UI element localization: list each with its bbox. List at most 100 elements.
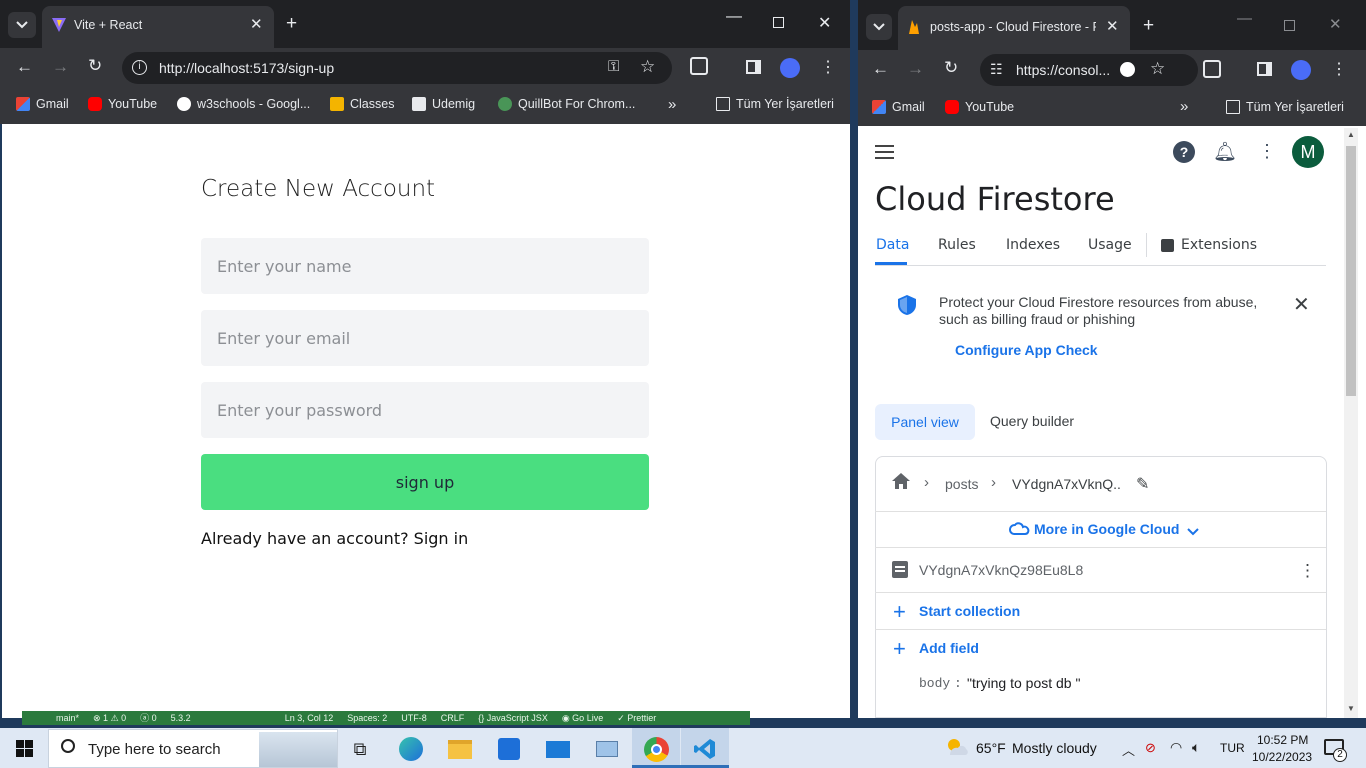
home-icon[interactable] bbox=[891, 472, 911, 493]
desktop-app-icon[interactable] bbox=[594, 736, 620, 762]
tab-firestore[interactable]: posts-app - Cloud Firestore - F ✕ bbox=[898, 6, 1130, 50]
status-eol[interactable]: CRLF bbox=[441, 711, 465, 725]
tab-close-icon[interactable]: ✕ bbox=[250, 15, 263, 33]
volume-icon[interactable]: 🔈︎ bbox=[1192, 739, 1200, 756]
edge-icon[interactable] bbox=[398, 736, 424, 762]
password-key-icon[interactable]: ⚿ bbox=[608, 58, 619, 75]
scroll-up-icon[interactable]: ▲ bbox=[1347, 130, 1355, 139]
address-bar[interactable]: i http://localhost:5173/sign-up ⚿ ☆ bbox=[122, 52, 672, 84]
hidden-icons-chevron-icon[interactable]: ︿ bbox=[1122, 740, 1135, 759]
status-version[interactable]: 5.3.2 bbox=[171, 711, 191, 725]
url-text[interactable]: http://localhost:5173/sign-up bbox=[159, 60, 334, 76]
tab-data[interactable]: Data bbox=[876, 237, 909, 253]
bookmark-gmail-right[interactable]: Gmail bbox=[872, 100, 925, 114]
tab-search-button-right[interactable] bbox=[866, 14, 892, 40]
add-field-icon[interactable]: + bbox=[893, 636, 906, 662]
extensions-icon[interactable] bbox=[690, 57, 708, 75]
mail-icon[interactable] bbox=[545, 736, 571, 762]
address-bar-right[interactable]: ☷ https://consol... ☆ bbox=[980, 54, 1198, 86]
profile-extension-icon-right[interactable] bbox=[1291, 60, 1311, 80]
bookmark-star-icon[interactable]: ☆ bbox=[640, 57, 655, 77]
new-tab-icon-right[interactable]: + bbox=[1143, 15, 1154, 37]
clock-date[interactable]: 10/22/2023 bbox=[1252, 750, 1312, 764]
tab-indexes[interactable]: Indexes bbox=[1006, 237, 1060, 253]
page-scrollbar[interactable]: ▲ ▼ bbox=[1344, 128, 1358, 718]
tab-close-icon-right[interactable]: ✕ bbox=[1106, 17, 1119, 35]
close-window-icon-right[interactable]: ✕ bbox=[1329, 15, 1342, 33]
bookmark-classes[interactable]: Classes bbox=[330, 97, 394, 111]
extensions-icon-right[interactable] bbox=[1203, 60, 1221, 78]
bookmark-youtube-right[interactable]: YouTube bbox=[945, 100, 1014, 114]
document-menu-icon[interactable]: ⋮ bbox=[1299, 561, 1316, 581]
reload-icon-right[interactable]: ↻ bbox=[944, 58, 958, 78]
tab-usage[interactable]: Usage bbox=[1088, 237, 1132, 253]
chrome-icon[interactable] bbox=[643, 736, 669, 762]
tab-vite-react[interactable]: Vite + React ✕ bbox=[42, 6, 274, 48]
new-tab-icon[interactable]: + bbox=[286, 13, 297, 35]
bookmark-youtube[interactable]: YouTube bbox=[88, 97, 157, 111]
taskbar-search-box[interactable]: Type here to search bbox=[48, 729, 338, 768]
site-settings-icon[interactable]: ☷ bbox=[990, 61, 1003, 78]
tab-search-button[interactable] bbox=[8, 12, 36, 38]
reload-icon[interactable]: ↻ bbox=[88, 56, 102, 76]
status-golive[interactable]: ◉ Go Live bbox=[562, 711, 603, 725]
configure-app-check-link[interactable]: Configure App Check bbox=[955, 342, 1098, 358]
store-icon[interactable] bbox=[496, 736, 522, 762]
edit-pencil-icon[interactable]: ✎ bbox=[1136, 474, 1149, 494]
network-icon[interactable]: ⊘ bbox=[1145, 740, 1156, 756]
name-input[interactable] bbox=[201, 238, 649, 294]
breadcrumb-document[interactable]: VYdgnA7xVknQ.. bbox=[1012, 476, 1121, 492]
more-options-icon[interactable]: ⋮ bbox=[1258, 141, 1276, 162]
bookmark-quillbot[interactable]: QuillBot For Chrom... bbox=[498, 97, 635, 111]
document-id[interactable]: VYdgnA7xVknQz98Eu8L8 bbox=[919, 562, 1083, 578]
more-bookmarks-icon-right[interactable]: » bbox=[1180, 98, 1188, 115]
panel-view-button[interactable]: Panel view bbox=[875, 404, 975, 440]
more-bookmarks-icon[interactable]: » bbox=[668, 96, 676, 113]
notifications-bell-icon[interactable]: 🔔︎ bbox=[1213, 140, 1237, 164]
status-language[interactable]: {} JavaScript JSX bbox=[478, 711, 548, 725]
query-builder-button[interactable]: Query builder bbox=[990, 413, 1074, 429]
chevron-down-icon[interactable] bbox=[1187, 524, 1199, 539]
status-cursor[interactable]: Ln 3, Col 12 bbox=[285, 711, 334, 725]
status-encoding[interactable]: UTF-8 bbox=[401, 711, 427, 725]
google-lens-icon[interactable] bbox=[1120, 62, 1135, 77]
tab-rules[interactable]: Rules bbox=[938, 237, 976, 253]
side-panel-icon[interactable] bbox=[746, 60, 761, 74]
hamburger-menu-icon[interactable] bbox=[875, 145, 894, 159]
avatar[interactable]: M bbox=[1292, 136, 1324, 168]
start-collection-button[interactable]: Start collection bbox=[919, 603, 1020, 619]
scrollbar-thumb[interactable] bbox=[1346, 146, 1356, 396]
status-prettier[interactable]: ✓ Prettier bbox=[617, 711, 656, 725]
signin-link[interactable]: Already have an account? Sign in bbox=[201, 529, 468, 548]
all-bookmarks-folder[interactable]: Tüm Yer İşaretleri bbox=[716, 97, 834, 111]
add-field-button[interactable]: Add field bbox=[919, 640, 979, 656]
weather-temp[interactable]: 65°F bbox=[976, 740, 1006, 756]
clock-time[interactable]: 10:52 PM bbox=[1257, 733, 1308, 747]
close-window-icon[interactable]: ✕ bbox=[818, 13, 831, 33]
more-in-google-cloud-button[interactable]: More in Google Cloud bbox=[1034, 521, 1179, 537]
tab-extensions[interactable]: Extensions bbox=[1181, 237, 1257, 253]
bookmark-udemig[interactable]: Udemig bbox=[412, 97, 475, 111]
status-ports[interactable]: ⓐ 0 bbox=[140, 711, 157, 725]
minimize-icon[interactable]: — bbox=[726, 8, 742, 26]
back-icon-right[interactable]: ← bbox=[872, 59, 889, 79]
password-input[interactable] bbox=[201, 382, 649, 438]
weather-desc[interactable]: Mostly cloudy bbox=[1012, 740, 1097, 756]
status-branch[interactable]: main* bbox=[56, 711, 79, 725]
bookmark-star-icon-right[interactable]: ☆ bbox=[1150, 59, 1165, 79]
back-icon[interactable]: ← bbox=[16, 57, 33, 77]
signup-button[interactable]: sign up bbox=[201, 454, 649, 510]
status-problems[interactable]: ⊗ 1 ⚠ 0 bbox=[93, 711, 126, 725]
file-explorer-icon[interactable] bbox=[447, 736, 473, 762]
bookmark-gmail[interactable]: Gmail bbox=[16, 97, 69, 111]
add-collection-icon[interactable]: + bbox=[893, 599, 906, 625]
chrome-menu-icon-right[interactable]: ⋮ bbox=[1331, 59, 1347, 79]
profile-extension-icon[interactable] bbox=[780, 58, 800, 78]
language-indicator[interactable]: TUR bbox=[1220, 741, 1245, 755]
scroll-down-icon[interactable]: ▼ bbox=[1347, 704, 1355, 713]
windows-start-icon[interactable] bbox=[16, 740, 33, 760]
all-bookmarks-folder-right[interactable]: Tüm Yer İşaretleri bbox=[1226, 100, 1344, 114]
maximize-icon[interactable] bbox=[773, 17, 784, 28]
task-view-icon[interactable]: ⧉ bbox=[347, 736, 373, 762]
minimize-icon-right[interactable]: — bbox=[1237, 10, 1252, 27]
